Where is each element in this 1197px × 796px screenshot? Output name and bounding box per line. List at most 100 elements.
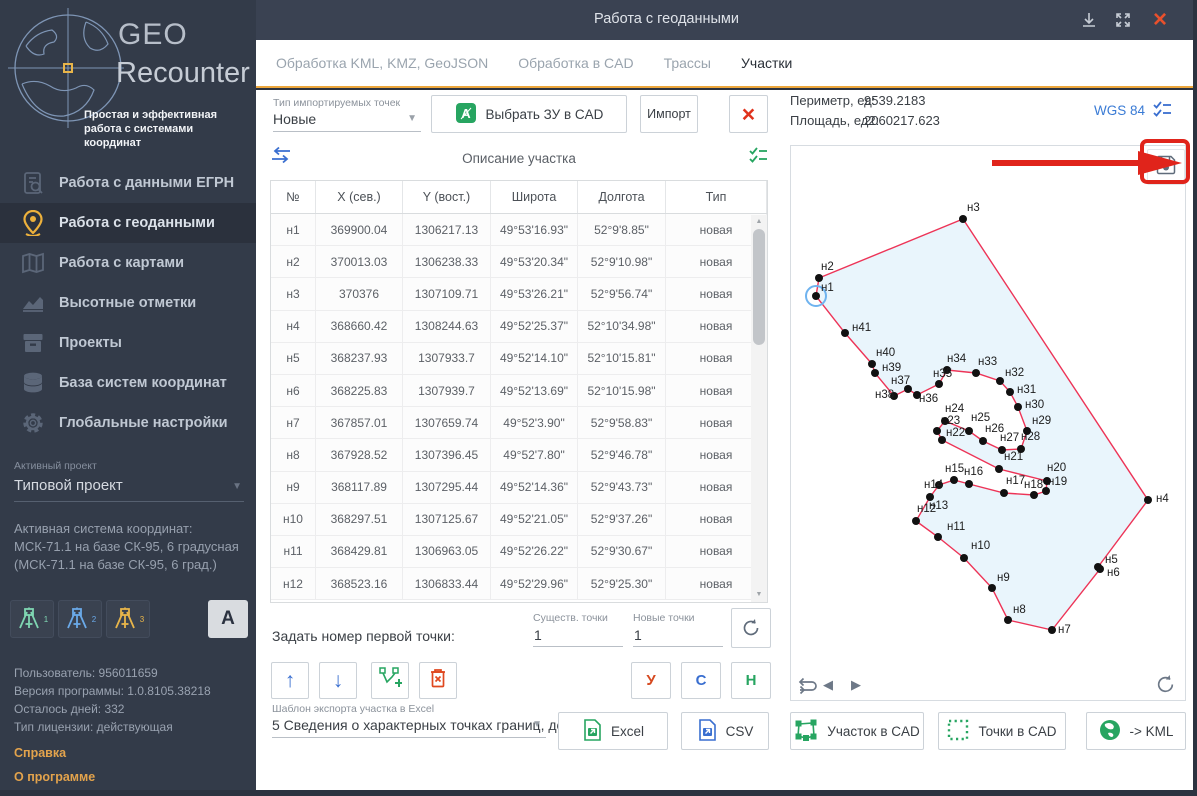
map-point-н30[interactable]	[1014, 403, 1022, 411]
map-point-н7[interactable]	[1048, 626, 1056, 634]
table-cell[interactable]: н7	[271, 407, 316, 439]
tab-2[interactable]: Обработка в CAD	[518, 55, 633, 71]
table-cell[interactable]: 1307396.45	[403, 439, 491, 471]
table-row[interactable]: н12 368523.16 1306833.44 49°52'29.96" 52°9'2…	[271, 568, 767, 601]
table-cell[interactable]: н3	[271, 278, 316, 310]
map-refresh-icon[interactable]	[1155, 674, 1176, 700]
table-cell[interactable]: 1307659.74	[403, 407, 491, 439]
map-point-н35[interactable]	[935, 380, 943, 388]
table-cell[interactable]: 369900.04	[316, 214, 403, 246]
column-header[interactable]: №	[271, 181, 316, 213]
map-point-н17[interactable]	[1000, 489, 1008, 497]
table-row[interactable]: н7 367857.01 1307659.74 49°52'3.90" 52°9'58.…	[271, 407, 767, 440]
table-cell[interactable]: 49°52'3.90"	[491, 407, 578, 439]
table-cell[interactable]: н6	[271, 374, 316, 407]
table-cell[interactable]: 52°9'37.26"	[578, 503, 666, 535]
table-cell[interactable]: 368660.42	[316, 310, 403, 342]
point-types-checklist-icon[interactable]	[748, 146, 768, 169]
autocad-button[interactable]: A	[208, 600, 248, 638]
table-cell[interactable]: 1306833.44	[403, 568, 491, 600]
table-cell[interactable]: 52°10'34.98"	[578, 310, 666, 342]
table-cell[interactable]: 1306217.13	[403, 214, 491, 246]
map-point-н10[interactable]	[960, 554, 968, 562]
scroll-up-icon[interactable]: ▲	[751, 215, 767, 229]
sidebar-item-2[interactable]: Работа с геоданными	[0, 203, 256, 243]
delete-points-button[interactable]	[419, 662, 457, 699]
wgs84-link[interactable]: WGS 84	[1094, 103, 1145, 118]
table-row[interactable]: н3 370376 1307109.71 49°53'26.21" 52°9'56.74…	[271, 278, 767, 311]
table-cell[interactable]: 49°52'14.36"	[491, 471, 578, 503]
map-point-н1[interactable]	[812, 292, 820, 300]
map-point-н25[interactable]	[965, 427, 973, 435]
table-row[interactable]: н8 367928.52 1307396.45 49°52'7.80" 52°9'46.…	[271, 439, 767, 472]
table-cell[interactable]: 52°9'25.30"	[578, 568, 666, 600]
sidebar-item-3[interactable]: Работа с картами	[0, 243, 256, 283]
active-project-dropdown[interactable]: Активный проект Типовой проект ▼	[14, 460, 244, 502]
table-cell[interactable]: 52°9'56.74"	[578, 278, 666, 310]
table-cell[interactable]: 367857.01	[316, 407, 403, 439]
sidebar-item-6[interactable]: База систем координат	[0, 363, 256, 403]
table-cell[interactable]: н9	[271, 471, 316, 503]
help-link[interactable]: Справка	[14, 746, 66, 760]
map-point-н33[interactable]	[972, 369, 980, 377]
scroll-down-icon[interactable]: ▼	[751, 588, 767, 602]
table-cell[interactable]: 52°9'30.67"	[578, 535, 666, 568]
table-cell[interactable]: 52°9'8.85"	[578, 214, 666, 246]
table-cell[interactable]: 49°52'29.96"	[491, 568, 578, 600]
table-cell[interactable]: н11	[271, 535, 316, 568]
table-cell[interactable]: 49°52'21.05"	[491, 503, 578, 535]
active-project-value[interactable]: Типовой проект ▼	[14, 477, 244, 502]
table-scrollbar[interactable]: ▲ ▼	[751, 215, 767, 602]
sidebar-item-7[interactable]: Глобальные настройки	[0, 403, 256, 443]
import-button[interactable]: Импорт	[640, 95, 698, 133]
map-point-н31[interactable]	[1006, 388, 1014, 396]
sidebar-item-1[interactable]: Работа с данными ЕГРН	[0, 163, 256, 203]
export-kml-button[interactable]: -> KML	[1086, 712, 1186, 750]
existing-points-input[interactable]: 1	[534, 627, 542, 643]
table-cell[interactable]: 49°53'26.21"	[491, 278, 578, 310]
prev-point-icon[interactable]: ◀	[823, 677, 833, 693]
table-cell[interactable]: 1307125.67	[403, 503, 491, 535]
table-cell[interactable]: 368523.16	[316, 568, 403, 600]
map-point-н28[interactable]	[1017, 445, 1025, 453]
tripod-2-button[interactable]: 2	[58, 600, 102, 638]
table-cell[interactable]: н5	[271, 342, 316, 374]
table-cell[interactable]: 52°9'10.98"	[578, 246, 666, 278]
excel-template-dropdown[interactable]: 5 Сведения о характерных точках границ, …	[272, 717, 603, 738]
table-row[interactable]: н1 369900.04 1306217.13 49°53'16.93" 52°9'8.…	[271, 214, 767, 247]
map-point-н4[interactable]	[1144, 496, 1152, 504]
map-point-н16[interactable]	[965, 480, 973, 488]
table-cell[interactable]: 52°10'15.81"	[578, 342, 666, 374]
table-row[interactable]: н6 368225.83 1307939.7 49°52'13.69" 52°10'15…	[271, 374, 767, 408]
table-cell[interactable]: 49°52'7.80"	[491, 439, 578, 471]
table-cell[interactable]: 1306963.05	[403, 535, 491, 568]
map-point-н24[interactable]	[941, 417, 949, 425]
tripod-3-button[interactable]: 3	[106, 600, 150, 638]
table-cell[interactable]: 49°52'13.69"	[491, 374, 578, 407]
table-cell[interactable]: н2	[271, 246, 316, 278]
table-cell[interactable]: 368225.83	[316, 374, 403, 407]
import-type-dropdown[interactable]: Новые ▼	[273, 111, 421, 132]
table-cell[interactable]: 52°9'58.83"	[578, 407, 666, 439]
next-point-icon[interactable]: ▶	[851, 677, 861, 693]
table-cell[interactable]: н1	[271, 214, 316, 246]
map-point-н41[interactable]	[841, 329, 849, 337]
table-cell[interactable]: 370013.03	[316, 246, 403, 278]
map-point-н15[interactable]	[950, 476, 958, 484]
table-cell[interactable]: 49°53'16.93"	[491, 214, 578, 246]
reverse-direction-icon[interactable]	[797, 677, 819, 700]
letter-s-button[interactable]: С	[681, 662, 721, 699]
map-point-н18[interactable]	[1030, 491, 1038, 499]
map-point-н2[interactable]	[815, 274, 823, 282]
expand-icon[interactable]	[1112, 9, 1134, 31]
table-cell[interactable]: 1307295.44	[403, 471, 491, 503]
map-point-н19[interactable]	[1042, 487, 1050, 495]
table-cell[interactable]: 49°53'20.34"	[491, 246, 578, 278]
column-header[interactable]: Широта	[491, 181, 578, 213]
table-row[interactable]: н2 370013.03 1306238.33 49°53'20.34" 52°9'10…	[271, 246, 767, 279]
map-point-н21[interactable]	[995, 465, 1003, 473]
map-point-н12[interactable]	[912, 517, 920, 525]
table-cell[interactable]: 1308244.63	[403, 310, 491, 342]
crs-checklist-icon[interactable]	[1152, 100, 1172, 123]
table-cell[interactable]: 1307939.7	[403, 374, 491, 407]
